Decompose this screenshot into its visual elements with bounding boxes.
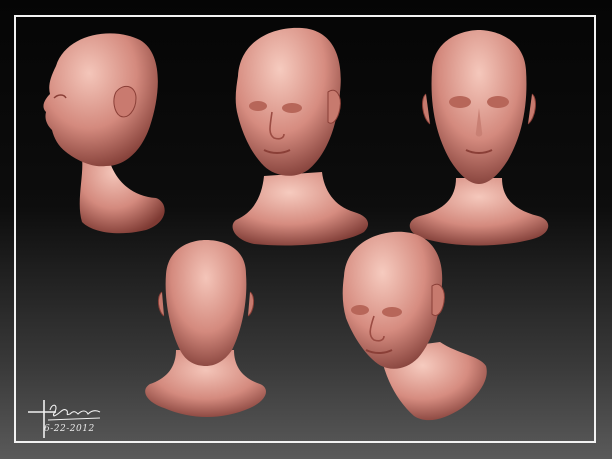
head-front-view	[409, 30, 549, 246]
head-three-quarter-top	[232, 27, 369, 246]
render-canvas: 6-22-2012	[0, 0, 612, 459]
head-back-view	[145, 240, 266, 417]
signature-date: 6-22-2012	[44, 424, 95, 434]
head-profile-left	[43, 33, 165, 234]
head-three-quarter-bottom	[342, 231, 487, 421]
